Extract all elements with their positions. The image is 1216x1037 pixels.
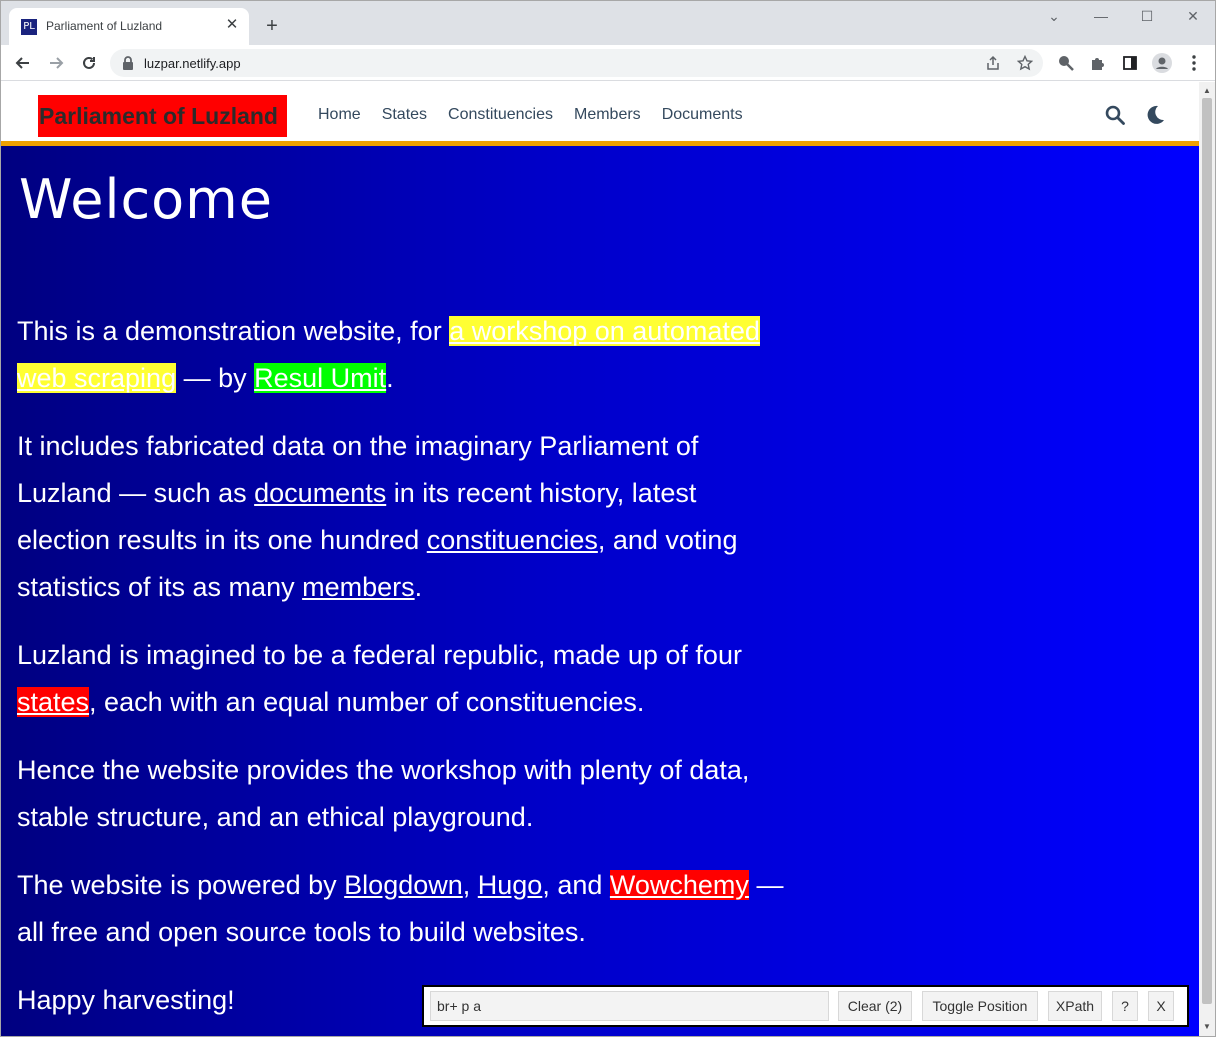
minimize-button[interactable]: — <box>1081 5 1121 27</box>
link-blogdown[interactable]: Blogdown <box>344 870 463 900</box>
nav-link-states[interactable]: States <box>382 106 427 124</box>
text: The website is powered by <box>17 870 345 900</box>
link-members[interactable]: members <box>302 572 415 602</box>
nav-link-documents[interactable]: Documents <box>662 106 743 124</box>
text: Happy harvesting! <box>17 985 235 1015</box>
page-title: Welcome <box>19 168 274 231</box>
browser-toolbar: luzpar.netlify.app <box>1 45 1215 81</box>
page-scrollbar[interactable]: ▲ ▼ <box>1199 82 1215 1036</box>
link-wowchemy[interactable]: Wowchemy <box>609 870 749 900</box>
tab-close-icon[interactable]: ✕ <box>223 16 241 34</box>
reload-icon <box>83 56 95 69</box>
selector-gadget-panel: br+ p a Clear (2) Toggle Position XPath … <box>422 985 1189 1027</box>
text: , <box>462 870 478 900</box>
maximize-button[interactable]: ☐ <box>1127 5 1167 27</box>
text: — by <box>176 363 255 393</box>
tab-title: Parliament of Luzland <box>46 19 163 33</box>
search-icon[interactable] <box>1104 104 1126 126</box>
share-icon[interactable] <box>983 53 1003 73</box>
text: , each with an equal number of constitue… <box>89 687 645 717</box>
selector-input[interactable]: br+ p a <box>430 991 829 1021</box>
link-author[interactable]: Resul Umit <box>254 363 387 393</box>
close-gadget-button[interactable]: X <box>1148 991 1174 1021</box>
paragraph-intro: This is a demonstration website, for a w… <box>17 308 787 402</box>
close-window-button[interactable]: ✕ <box>1173 5 1213 27</box>
tab-strip: PL Parliament of Luzland ✕ + ⌄ — ☐ ✕ <box>1 1 1215 45</box>
xpath-button[interactable]: XPath <box>1048 991 1102 1021</box>
page-viewport: Parliament of Luzland Home States Consti… <box>1 82 1199 1036</box>
lock-icon <box>123 56 133 70</box>
tab-search-icon[interactable]: ⌄ <box>1034 5 1074 27</box>
address-bar[interactable]: luzpar.netlify.app <box>110 49 1043 77</box>
text: Luzland is imagined to be a federal repu… <box>17 640 742 670</box>
text: , and <box>542 870 610 900</box>
side-panel-icon[interactable] <box>1119 52 1141 74</box>
nav-link-home[interactable]: Home <box>318 106 361 124</box>
text: . <box>414 572 423 602</box>
paragraph-states: Luzland is imagined to be a federal repu… <box>17 632 787 726</box>
favicon-icon: PL <box>21 19 37 35</box>
scrollbar-thumb[interactable] <box>1202 98 1212 1004</box>
link-constituencies[interactable]: constituencies <box>427 525 598 555</box>
clear-button[interactable]: Clear (2) <box>838 991 912 1021</box>
profile-avatar-icon[interactable] <box>1151 52 1173 74</box>
scroll-down-arrow-icon[interactable]: ▼ <box>1203 1022 1211 1031</box>
back-button[interactable] <box>9 49 37 77</box>
nav-link-constituencies[interactable]: Constituencies <box>448 106 553 124</box>
forward-button[interactable] <box>42 49 70 77</box>
site-nav-links: Home States Constituencies Members Docum… <box>318 106 764 124</box>
url-text: luzpar.netlify.app <box>144 56 241 71</box>
paragraph-powered-by: The website is powered by Blogdown, Hugo… <box>17 862 787 956</box>
nav-link-members[interactable]: Members <box>574 106 641 124</box>
browser-window: PL Parliament of Luzland ✕ + ⌄ — ☐ ✕ luz… <box>0 0 1216 1037</box>
help-button[interactable]: ? <box>1112 991 1138 1021</box>
reload-button[interactable] <box>75 49 103 77</box>
dark-mode-moon-icon[interactable] <box>1144 104 1166 126</box>
paragraph-purpose: Hence the website provides the workshop … <box>17 747 787 841</box>
selector-gadget-extension-icon[interactable] <box>1055 52 1077 74</box>
main-content: Welcome This is a demonstration website,… <box>17 168 787 1036</box>
text: . <box>386 363 394 393</box>
toggle-position-button[interactable]: Toggle Position <box>922 991 1038 1021</box>
text: This is a demonstration website, for <box>17 316 450 346</box>
forward-arrow-icon <box>50 57 64 69</box>
text: Hence the website provides the workshop … <box>17 755 750 832</box>
browser-menu-icon[interactable] <box>1183 52 1205 74</box>
paragraph-data: It includes fabricated data on the imagi… <box>17 423 787 611</box>
browser-tab[interactable]: PL Parliament of Luzland ✕ <box>9 8 249 45</box>
extensions-puzzle-icon[interactable] <box>1087 52 1109 74</box>
link-documents[interactable]: documents <box>254 478 386 508</box>
scroll-up-arrow-icon[interactable]: ▲ <box>1203 86 1211 95</box>
bookmark-star-icon[interactable] <box>1015 53 1035 73</box>
new-tab-button[interactable]: + <box>260 14 284 38</box>
site-brand[interactable]: Parliament of Luzland <box>38 95 287 137</box>
link-hugo[interactable]: Hugo <box>478 870 543 900</box>
site-navbar: Parliament of Luzland Home States Consti… <box>1 82 1199 146</box>
back-arrow-icon <box>15 57 29 69</box>
link-states[interactable]: states <box>17 687 90 717</box>
